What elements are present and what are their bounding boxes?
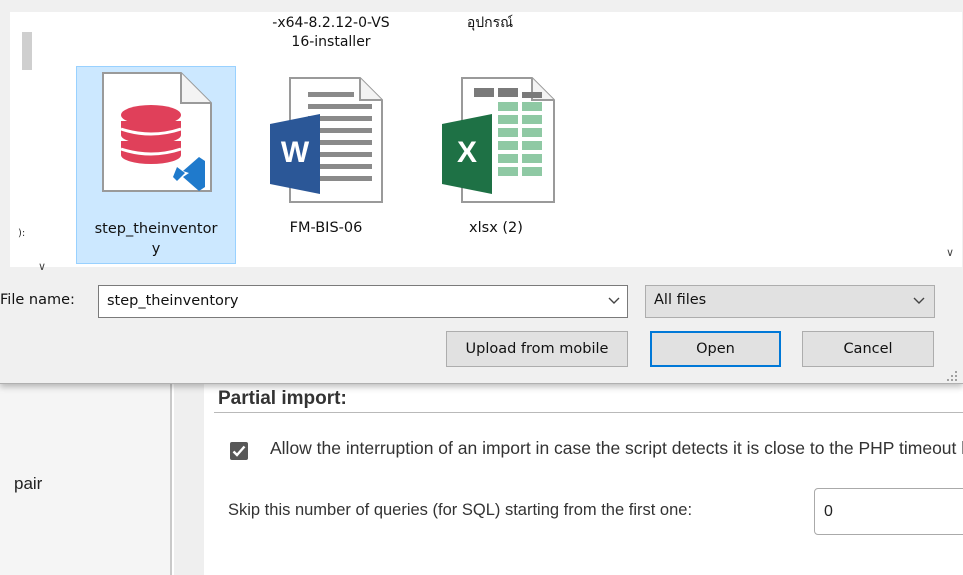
sidebar: pair (0, 384, 172, 575)
sidebar-item-repair[interactable]: pair (14, 474, 42, 494)
cancel-button[interactable]: Cancel (802, 331, 934, 367)
file-type-value: All files (654, 292, 707, 308)
sql-database-file-icon (102, 72, 212, 192)
file-open-dialog: ): ∨ ∨ -x64-8.2.12-0-VS 16-installer อุป… (0, 0, 963, 384)
file-item-fm-bis-06[interactable]: W FM-BIS-06 (256, 66, 396, 264)
section-divider (214, 412, 963, 413)
file-list-scrollbar[interactable]: ∨ (940, 12, 962, 267)
upload-from-mobile-button[interactable]: Upload from mobile (446, 331, 628, 367)
file-item-installer[interactable]: -x64-8.2.12-0-VS 16-installer (246, 14, 416, 52)
file-name-value: step_theinventory (107, 293, 239, 309)
allow-interrupt-label: Allow the interruption of an import in c… (270, 438, 963, 458)
allow-interrupt-checkbox[interactable] (230, 442, 248, 460)
scroll-down-icon[interactable]: ∨ (38, 260, 46, 273)
file-item-xlsx-2[interactable]: X xlsx (2) (426, 66, 566, 264)
skip-queries-input[interactable]: 0 (814, 488, 963, 535)
file-name: FM-BIS-06 (289, 220, 363, 236)
section-title: Partial import: (218, 388, 347, 409)
file-name: -x64-8.2.12-0-VS 16-installer (272, 15, 390, 50)
file-name: step_theinventor y (94, 221, 218, 257)
file-name-input[interactable]: step_theinventory (98, 285, 628, 318)
excel-spreadsheet-icon: X (442, 77, 555, 203)
navigation-label: ): (18, 228, 26, 239)
checkmark-icon (232, 445, 246, 457)
open-button[interactable]: Open (650, 331, 781, 367)
file-name: xlsx (2) (469, 220, 523, 236)
chevron-down-icon (913, 297, 925, 304)
navigation-item[interactable] (22, 32, 32, 70)
scroll-down-icon[interactable]: ∨ (946, 246, 954, 259)
file-item-folder[interactable]: อุปกรณ์ (430, 14, 550, 33)
file-type-select[interactable]: All files (645, 285, 935, 318)
file-name: อุปกรณ์ (466, 15, 514, 31)
navigation-pane: ): ∨ (10, 12, 48, 273)
chevron-down-icon[interactable] (607, 293, 621, 307)
skip-queries-label: Skip this number of queries (for SQL) st… (228, 501, 693, 519)
svg-text:W: W (281, 136, 310, 169)
resize-grip-icon[interactable] (946, 370, 958, 382)
file-item-step-theinventory[interactable]: step_theinventor y (76, 66, 236, 264)
file-name-label: File name: (0, 292, 75, 308)
svg-text:X: X (457, 136, 477, 169)
word-document-icon: W (270, 77, 383, 203)
